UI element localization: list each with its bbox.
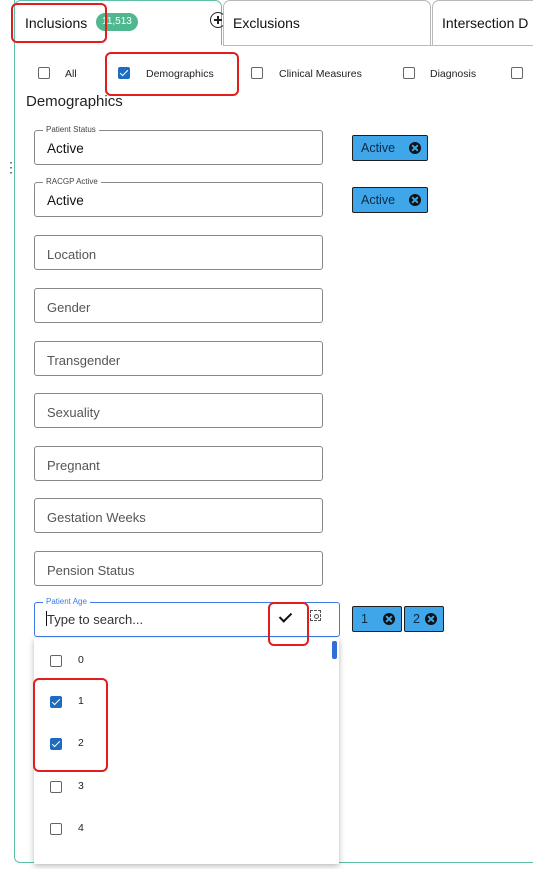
- pregnant-placeholder: Pregnant: [47, 458, 100, 473]
- transgender-placeholder: Transgender: [47, 353, 121, 368]
- age-option-checkbox[interactable]: [50, 781, 62, 793]
- racgp-active-chip-label: Active: [361, 193, 396, 207]
- racgp-active-chip[interactable]: Active: [352, 187, 428, 213]
- tab-exclusions[interactable]: Exclusions: [223, 0, 431, 45]
- section-title: Demographics: [26, 93, 123, 110]
- remove-chip-icon[interactable]: [409, 194, 421, 206]
- age-option-1[interactable]: 1: [50, 695, 250, 715]
- filter-all-label: All: [65, 68, 77, 80]
- racgp-active-value: Active: [47, 193, 84, 208]
- dropdown-scrollbar[interactable]: [332, 641, 337, 659]
- filter-clinical-measures-checkbox[interactable]: [251, 67, 263, 79]
- racgp-active-field[interactable]: RACGP Active Active: [34, 177, 323, 217]
- remove-chip-icon[interactable]: [409, 142, 421, 154]
- tab-intersection[interactable]: Intersection D: [432, 0, 533, 45]
- gender-placeholder: Gender: [47, 300, 91, 315]
- racgp-active-legend: RACGP Active: [43, 177, 101, 187]
- patient-status-legend: Patient Status: [43, 125, 99, 135]
- age-option-0[interactable]: 0: [50, 654, 250, 674]
- gender-field[interactable]: Gender: [34, 288, 323, 323]
- age-option-label: 3: [78, 780, 84, 792]
- age-option-4[interactable]: 4: [50, 822, 250, 842]
- patient-age-search-input[interactable]: Patient Age Type to search...: [34, 597, 340, 637]
- patient-status-chip-label: Active: [361, 141, 396, 155]
- age-option-label: 4: [78, 822, 84, 834]
- filter-all-checkbox[interactable]: [38, 67, 50, 79]
- tab-exclusions-label: Exclusions: [233, 15, 300, 31]
- age-option-checkbox[interactable]: [50, 655, 62, 667]
- patient-age-chip-label: 2: [413, 612, 420, 626]
- age-option-label: 2: [78, 737, 84, 749]
- age-option-3[interactable]: 3: [50, 780, 250, 800]
- text-caret: [46, 611, 47, 626]
- remove-chip-icon[interactable]: [425, 613, 437, 625]
- remove-chip-icon[interactable]: [383, 613, 395, 625]
- transgender-field[interactable]: Transgender: [34, 341, 323, 376]
- clear-selection-icon[interactable]: [310, 610, 321, 621]
- age-option-2[interactable]: 2: [50, 737, 250, 757]
- location-field[interactable]: Location: [34, 235, 323, 270]
- tab-inclusions[interactable]: Inclusions 11,513: [14, 0, 226, 45]
- patient-age-chip-2[interactable]: 2: [404, 606, 444, 632]
- patient-status-field[interactable]: Patient Status Active: [34, 125, 323, 165]
- sexuality-placeholder: Sexuality: [47, 405, 100, 420]
- pregnant-field[interactable]: Pregnant: [34, 446, 323, 481]
- age-option-label: 0: [78, 654, 84, 666]
- filter-clinical-measures-label: Clinical Measures: [279, 68, 362, 80]
- age-option-checkbox[interactable]: [50, 823, 62, 835]
- tab-divider: [223, 45, 533, 46]
- inclusions-count-badge: 11,513: [96, 13, 138, 31]
- filter-diagnosis-checkbox[interactable]: [403, 67, 415, 79]
- sexuality-field[interactable]: Sexuality: [34, 393, 323, 428]
- tab-inclusions-label: Inclusions: [25, 15, 88, 31]
- pension-status-placeholder: Pension Status: [47, 563, 135, 578]
- age-option-checkbox[interactable]: [50, 738, 62, 750]
- location-placeholder: Location: [47, 247, 97, 262]
- drag-handle-icon[interactable]: ⋮: [4, 160, 18, 174]
- age-option-checkbox[interactable]: [50, 696, 62, 708]
- patient-age-placeholder: Type to search...: [47, 612, 144, 627]
- patient-status-value: Active: [47, 141, 84, 156]
- gestation-weeks-placeholder: Gestation Weeks: [47, 510, 146, 525]
- filter-more-checkbox[interactable]: [511, 67, 523, 79]
- filter-diagnosis-label: Diagnosis: [430, 68, 477, 80]
- patient-age-chip-label: 1: [361, 612, 368, 626]
- age-option-label: 1: [78, 695, 84, 707]
- patient-status-chip[interactable]: Active: [352, 135, 428, 161]
- pension-status-field[interactable]: Pension Status: [34, 551, 323, 586]
- patient-age-legend: Patient Age: [43, 597, 90, 607]
- filter-demographics-label: Demographics: [146, 68, 214, 80]
- tab-intersection-label: Intersection D: [442, 15, 529, 31]
- gestation-weeks-field[interactable]: Gestation Weeks: [34, 498, 323, 533]
- filter-demographics-checkbox[interactable]: [118, 67, 130, 79]
- patient-age-chip-1[interactable]: 1: [352, 606, 402, 632]
